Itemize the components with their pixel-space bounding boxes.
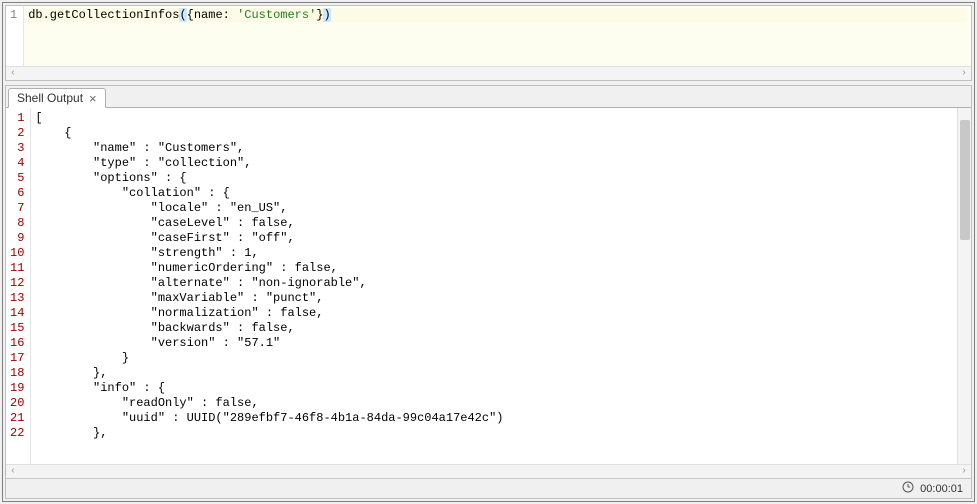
output-line-number: 16 bbox=[10, 336, 24, 351]
output-line-number: 6 bbox=[10, 186, 24, 201]
output-line-number: 1 bbox=[10, 111, 24, 126]
app-frame: 1 db.getCollectionInfos({name: 'Customer… bbox=[2, 2, 975, 502]
output-line-number: 8 bbox=[10, 216, 24, 231]
open-brace: { bbox=[187, 8, 194, 22]
output-line-number: 15 bbox=[10, 321, 24, 336]
output-vscrollbar[interactable] bbox=[957, 108, 971, 464]
scroll-left-icon[interactable]: ‹ bbox=[8, 467, 18, 477]
clock-icon bbox=[902, 481, 914, 496]
output-body: 12345678910111213141516171819202122 [ { … bbox=[6, 108, 971, 464]
prop-key: name bbox=[194, 8, 223, 22]
editor-content[interactable]: 1 db.getCollectionInfos({name: 'Customer… bbox=[6, 6, 971, 66]
output-line-number: 13 bbox=[10, 291, 24, 306]
editor-text[interactable]: db.getCollectionInfos({name: 'Customers'… bbox=[24, 6, 971, 66]
output-line-number: 21 bbox=[10, 411, 24, 426]
output-hscrollbar[interactable]: ‹ › bbox=[6, 464, 971, 478]
editor-gutter: 1 bbox=[6, 6, 24, 66]
output-line-number: 3 bbox=[10, 141, 24, 156]
tab-label: Shell Output bbox=[17, 91, 83, 105]
output-line-number: 11 bbox=[10, 261, 24, 276]
scroll-right-icon[interactable]: › bbox=[959, 467, 969, 477]
editor-pane: 1 db.getCollectionInfos({name: 'Customer… bbox=[5, 5, 972, 81]
status-bar: 00:00:01 bbox=[6, 478, 971, 498]
output-line-number: 5 bbox=[10, 171, 24, 186]
output-gutter: 12345678910111213141516171819202122 bbox=[6, 108, 31, 464]
output-line-number: 2 bbox=[10, 126, 24, 141]
editor-line-number: 1 bbox=[10, 8, 17, 22]
tab-shell-output[interactable]: Shell Output × bbox=[8, 88, 106, 108]
scroll-thumb[interactable] bbox=[960, 120, 970, 240]
code-identifier: db.getCollectionInfos bbox=[28, 8, 179, 22]
scroll-left-icon[interactable]: ‹ bbox=[8, 69, 18, 79]
output-line-number: 7 bbox=[10, 201, 24, 216]
scroll-right-icon[interactable]: › bbox=[959, 69, 969, 79]
output-line-number: 10 bbox=[10, 246, 24, 261]
editor-hscrollbar[interactable]: ‹ › bbox=[6, 66, 971, 80]
output-line-number: 18 bbox=[10, 366, 24, 381]
output-text[interactable]: [ { "name" : "Customers", "type" : "coll… bbox=[31, 108, 957, 464]
output-line-number: 14 bbox=[10, 306, 24, 321]
output-line-number: 4 bbox=[10, 156, 24, 171]
output-line-number: 22 bbox=[10, 426, 24, 441]
close-paren: ) bbox=[323, 8, 330, 22]
tab-bar: Shell Output × bbox=[6, 86, 971, 108]
output-line-number: 9 bbox=[10, 231, 24, 246]
string-literal: 'Customers' bbox=[237, 8, 316, 22]
close-icon[interactable]: × bbox=[89, 93, 97, 104]
status-elapsed: 00:00:01 bbox=[920, 483, 963, 495]
output-line-number: 20 bbox=[10, 396, 24, 411]
open-paren: ( bbox=[179, 8, 186, 22]
output-line-number: 19 bbox=[10, 381, 24, 396]
output-line-number: 17 bbox=[10, 351, 24, 366]
colon: : bbox=[223, 8, 237, 22]
output-section: Shell Output × 1234567891011121314151617… bbox=[5, 85, 972, 499]
output-line-number: 12 bbox=[10, 276, 24, 291]
